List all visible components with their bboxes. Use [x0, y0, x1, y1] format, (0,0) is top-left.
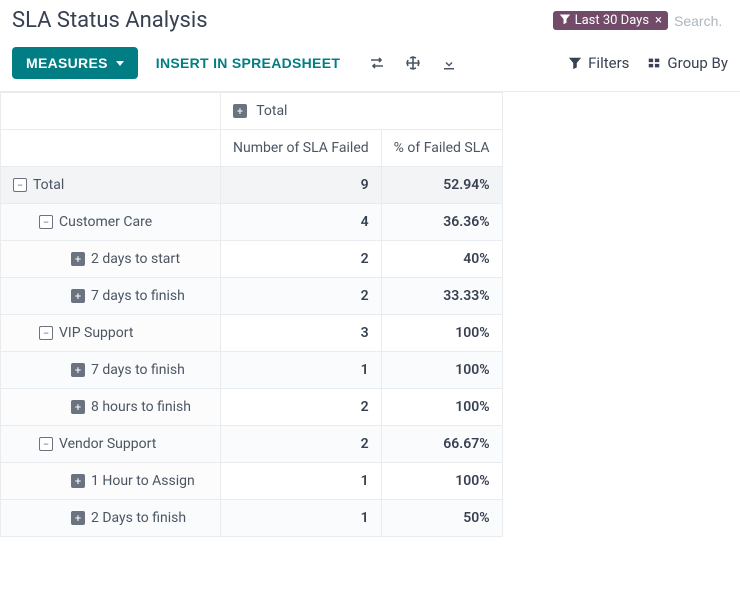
expand-icon[interactable]: + — [71, 252, 85, 266]
search-input[interactable] — [668, 11, 728, 31]
pivot-cell[interactable]: 52.94% — [381, 167, 502, 204]
pivot-cell[interactable]: 3 — [221, 315, 382, 352]
table-row: +2 Days to finish150% — [1, 500, 503, 537]
pivot-cell[interactable]: 9 — [221, 167, 382, 204]
pivot-corner — [1, 93, 221, 130]
table-row: +8 hours to finish2100% — [1, 389, 503, 426]
pivot-row-label: Total — [33, 177, 64, 193]
pivot-row-header[interactable]: +2 Days to finish — [1, 500, 221, 537]
table-row: −VIP Support3100% — [1, 315, 503, 352]
table-row: +7 days to finish233.33% — [1, 278, 503, 315]
pivot-col-header[interactable]: % of Failed SLA — [381, 130, 502, 167]
filters-label: Filters — [588, 54, 629, 72]
filter-icon — [559, 13, 571, 28]
pivot-cell[interactable]: 36.36% — [381, 204, 502, 241]
table-row: −Vendor Support266.67% — [1, 426, 503, 463]
pivot-row-label: 7 days to finish — [91, 288, 185, 304]
pivot-cell[interactable]: 2 — [221, 241, 382, 278]
pivot-row-header[interactable]: −Total — [1, 167, 221, 204]
pivot-row-header[interactable]: +2 days to start — [1, 241, 221, 278]
collapse-icon[interactable]: − — [13, 178, 27, 192]
pivot-corner — [1, 130, 221, 167]
filter-chip-remove[interactable]: × — [655, 13, 662, 28]
pivot-cell[interactable]: 2 — [221, 278, 382, 315]
expand-all-icon[interactable] — [404, 54, 422, 72]
flip-axis-icon[interactable] — [368, 54, 386, 72]
pivot-cell[interactable]: 100% — [381, 352, 502, 389]
collapse-icon[interactable]: − — [39, 437, 53, 451]
pivot-cell[interactable]: 4 — [221, 204, 382, 241]
pivot-row-label: 2 days to start — [91, 251, 180, 267]
pivot-table: + Total Number of SLA Failed % of Failed… — [0, 92, 503, 537]
pivot-col-header[interactable]: Number of SLA Failed — [221, 130, 382, 167]
pivot-row-label: 7 days to finish — [91, 362, 185, 378]
expand-icon[interactable]: + — [71, 363, 85, 377]
expand-icon[interactable]: + — [71, 289, 85, 303]
table-row: +1 Hour to Assign1100% — [1, 463, 503, 500]
pivot-row-header[interactable]: −Vendor Support — [1, 426, 221, 463]
measures-button[interactable]: MEASURES — [12, 47, 138, 79]
pivot-cell[interactable]: 50% — [381, 500, 502, 537]
pivot-cell[interactable]: 100% — [381, 463, 502, 500]
pivot-row-label: Vendor Support — [59, 436, 156, 452]
table-row: −Customer Care436.36% — [1, 204, 503, 241]
search-area: Last 30 Days × — [553, 11, 728, 31]
pivot-cell[interactable]: 2 — [221, 389, 382, 426]
pivot-cell[interactable]: 2 — [221, 426, 382, 463]
pivot-cell[interactable]: 1 — [221, 500, 382, 537]
pivot-cell[interactable]: 100% — [381, 315, 502, 352]
expand-icon[interactable]: + — [71, 400, 85, 414]
table-row: +2 days to start240% — [1, 241, 503, 278]
download-icon[interactable] — [440, 54, 458, 72]
pivot-row-label: VIP Support — [59, 325, 133, 341]
pivot-col-total-label: Total — [256, 103, 287, 119]
pivot-row-header[interactable]: −Customer Care — [1, 204, 221, 241]
pivot-row-label: 1 Hour to Assign — [91, 473, 195, 489]
pivot-row-header[interactable]: +1 Hour to Assign — [1, 463, 221, 500]
table-row: −Total952.94% — [1, 167, 503, 204]
pivot-cell[interactable]: 1 — [221, 352, 382, 389]
groupby-icon — [647, 56, 661, 70]
pivot-col-total[interactable]: + Total — [221, 93, 503, 130]
pivot-row-header[interactable]: −VIP Support — [1, 315, 221, 352]
filter-chip-label: Last 30 Days — [575, 13, 649, 28]
table-row: +7 days to finish1100% — [1, 352, 503, 389]
filter-chip[interactable]: Last 30 Days × — [553, 11, 668, 30]
collapse-icon[interactable]: − — [39, 215, 53, 229]
groupby-label: Group By — [667, 54, 728, 72]
pivot-cell[interactable]: 100% — [381, 389, 502, 426]
pivot-cell[interactable]: 66.67% — [381, 426, 502, 463]
collapse-icon[interactable]: − — [39, 326, 53, 340]
pivot-row-label: 8 hours to finish — [91, 399, 191, 415]
pivot-cell[interactable]: 40% — [381, 241, 502, 278]
insert-spreadsheet-button[interactable]: INSERT IN SPREADSHEET — [152, 47, 344, 79]
pivot-row-label: Customer Care — [59, 214, 152, 230]
pivot-row-header[interactable]: +8 hours to finish — [1, 389, 221, 426]
pivot-cell[interactable]: 1 — [221, 463, 382, 500]
filters-button[interactable]: Filters — [568, 54, 629, 72]
expand-icon[interactable]: + — [233, 104, 247, 118]
groupby-button[interactable]: Group By — [647, 54, 728, 72]
caret-down-icon — [116, 61, 124, 66]
pivot-row-header[interactable]: +7 days to finish — [1, 278, 221, 315]
pivot-row-header[interactable]: +7 days to finish — [1, 352, 221, 389]
measures-label: MEASURES — [26, 55, 108, 71]
page-title: SLA Status Analysis — [12, 8, 208, 33]
filter-icon — [568, 56, 582, 70]
expand-icon[interactable]: + — [71, 474, 85, 488]
pivot-cell[interactable]: 33.33% — [381, 278, 502, 315]
pivot-row-label: 2 Days to finish — [91, 510, 186, 526]
expand-icon[interactable]: + — [71, 511, 85, 525]
